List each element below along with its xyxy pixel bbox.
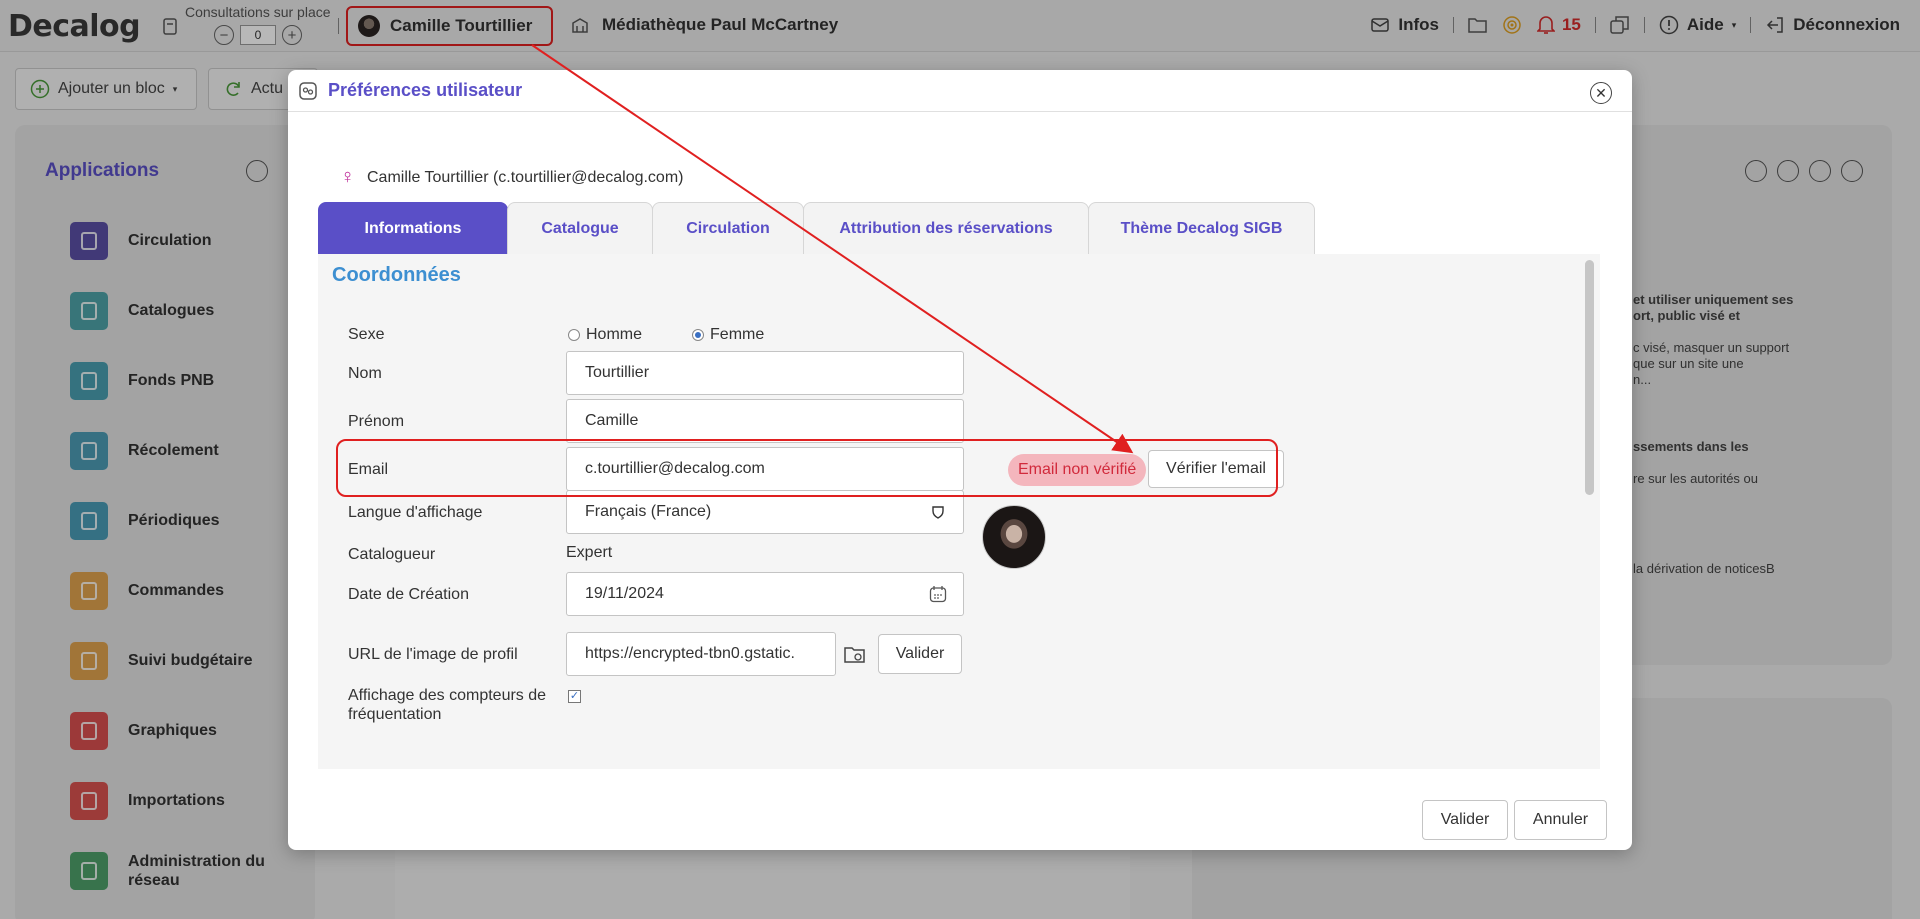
email-annotation-box <box>336 439 1278 497</box>
nom-field[interactable]: Tourtillier <box>566 351 964 395</box>
radio-femme[interactable]: Femme <box>692 326 764 344</box>
close-icon: ✕ <box>1595 84 1607 101</box>
date-field[interactable]: 19/11/2024 <box>566 572 964 616</box>
form-area: Coordonnées Sexe Homme Femme Nom Tourtil… <box>318 254 1600 769</box>
langue-label: Langue d'affichage <box>348 504 483 521</box>
preferences-icon <box>298 81 318 101</box>
radio-femme-label: Femme <box>710 326 765 343</box>
tab-catalogue[interactable]: Catalogue <box>507 202 653 254</box>
sexe-radio-group: Homme Femme <box>568 326 764 344</box>
sexe-label: Sexe <box>348 326 385 343</box>
url-field[interactable]: https://encrypted-tbn0.gstatic. <box>566 632 836 676</box>
prenom-field[interactable]: Camille <box>566 399 964 443</box>
radio-homme[interactable]: Homme <box>568 326 642 344</box>
compteurs-label: Affichage des compteurs de fréquentation <box>348 687 547 723</box>
prenom-label: Prénom <box>348 413 405 430</box>
modal-cancel-button[interactable]: Annuler <box>1514 800 1607 840</box>
radio-circle-checked <box>692 329 705 341</box>
scrollbar[interactable] <box>1585 260 1594 495</box>
calendar-icon[interactable] <box>929 585 947 608</box>
modal-title: Préférences utilisateur <box>328 80 523 100</box>
radio-homme-label: Homme <box>586 326 643 343</box>
modal-header: Préférences utilisateur <box>288 70 1632 112</box>
langue-value: Français (France) <box>585 503 712 520</box>
tab-circulation[interactable]: Circulation <box>652 202 804 254</box>
section-title: Coordonnées <box>332 264 461 286</box>
tabs: Informations Catalogue Circulation Attri… <box>318 202 1315 254</box>
profile-image <box>982 505 1046 569</box>
select-arrow-icon <box>931 504 945 525</box>
nom-label: Nom <box>348 365 382 382</box>
url-label: URL de l'image de profil <box>348 646 518 663</box>
compteurs-checkbox[interactable]: ✓ <box>568 690 581 703</box>
folder-icon[interactable] <box>844 644 866 669</box>
close-button[interactable]: ✕ <box>1590 82 1612 104</box>
user-line-text: Camille Tourtillier (c.tourtillier@decal… <box>367 168 684 186</box>
catalogueur-value: Expert <box>566 544 613 561</box>
female-icon: ♀ <box>340 166 355 188</box>
date-label: Date de Création <box>348 586 469 603</box>
tab-informations[interactable]: Informations <box>318 202 508 254</box>
tab-attribution-reservations[interactable]: Attribution des réservations <box>803 202 1089 254</box>
user-identity: ♀ Camille Tourtillier (c.tourtillier@dec… <box>340 166 683 189</box>
radio-circle <box>568 329 580 341</box>
modal-validate-button[interactable]: Valider <box>1422 800 1508 840</box>
tab-theme[interactable]: Thème Decalog SIGB <box>1088 202 1315 254</box>
date-value: 19/11/2024 <box>585 585 664 602</box>
url-validate-button[interactable]: Valider <box>878 634 962 674</box>
catalogueur-label: Catalogueur <box>348 546 436 563</box>
